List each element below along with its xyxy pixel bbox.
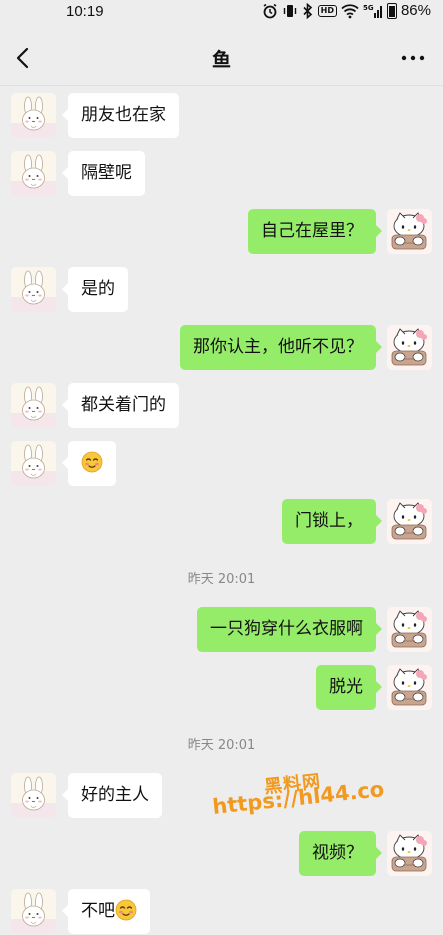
message-text: 视频？ [312, 843, 363, 863]
message-text: 一只狗穿什么衣服啊 [210, 619, 363, 639]
outgoing-message: 视频？ [0, 831, 443, 876]
battery-percent: 86% [400, 2, 431, 19]
contact-avatar[interactable] [11, 441, 56, 486]
message-text: 自己在屋里？ [261, 221, 363, 241]
message-text: 是的 [81, 279, 115, 299]
blush-emoji-icon [81, 451, 103, 472]
watermark: 黑料网 https://hl44.co [211, 770, 412, 830]
message-text: 朋友也在家 [81, 105, 166, 125]
message-bubble[interactable]: 自己在屋里？ [248, 209, 382, 254]
chat-header: 鱼 [0, 30, 443, 86]
outgoing-message: 脱光 [0, 665, 443, 710]
more-dots-icon [401, 55, 425, 61]
alarm-icon [263, 3, 277, 18]
outgoing-message: 一只狗穿什么衣服啊 [0, 607, 443, 652]
message-text: 门锁上， [295, 511, 363, 531]
contact-avatar[interactable] [11, 151, 56, 196]
timestamp-label: 昨天 20:01 [187, 572, 256, 587]
outgoing-message: 那你认主，他听不见？ [0, 325, 443, 370]
signal-5g-icon: 5G [363, 4, 382, 18]
incoming-message: 是的 [0, 267, 443, 312]
message-text: 隔壁呢 [81, 163, 132, 183]
incoming-message: 不吧 [0, 889, 443, 934]
message-bubble[interactable]: 隔壁呢 [62, 151, 145, 196]
contact-avatar[interactable] [11, 383, 56, 428]
battery-icon [386, 2, 397, 19]
timestamp-label: 昨天 20:01 [187, 738, 256, 753]
svg-text:5G: 5G [363, 4, 374, 12]
incoming-message [0, 441, 443, 486]
status-icons: HD 5G 86% [262, 2, 431, 19]
blush-emoji-icon [115, 899, 137, 920]
my-avatar[interactable] [387, 209, 432, 254]
my-avatar[interactable] [387, 665, 432, 710]
contact-avatar[interactable] [11, 889, 56, 934]
incoming-message: 都关着门的 [0, 383, 443, 428]
my-avatar[interactable] [387, 499, 432, 544]
my-avatar[interactable] [387, 831, 432, 876]
message-text: 脱光 [329, 677, 363, 697]
message-text: 那你认主，他听不见？ [193, 337, 363, 357]
chat-title: 鱼 [211, 49, 231, 71]
vibrate-icon [283, 4, 296, 17]
my-avatar[interactable] [387, 607, 432, 652]
message-bubble[interactable]: 门锁上， [282, 499, 382, 544]
message-text: 不吧 [81, 901, 115, 921]
message-text: 好的主人 [81, 785, 149, 805]
outgoing-message: 自己在屋里？ [0, 209, 443, 254]
message-text: 都关着门的 [81, 395, 166, 415]
contact-avatar[interactable] [11, 267, 56, 312]
status-time: 10:19 [66, 3, 104, 20]
my-avatar[interactable] [387, 325, 432, 370]
incoming-message: 朋友也在家 [0, 93, 443, 138]
hd-icon: HD [317, 4, 337, 17]
message-bubble[interactable]: 朋友也在家 [62, 93, 179, 138]
wifi-icon [341, 3, 359, 18]
message-bubble[interactable]: 脱光 [316, 665, 382, 710]
contact-avatar[interactable] [11, 773, 56, 818]
message-bubble[interactable]: 好的主人 [62, 773, 162, 818]
incoming-message: 隔壁呢 [0, 151, 443, 196]
message-bubble[interactable] [62, 441, 116, 486]
status-bar: 10:19 HD 5G 86% [0, 0, 443, 26]
message-bubble[interactable]: 视频？ [299, 831, 382, 876]
message-bubble[interactable]: 都关着门的 [62, 383, 179, 428]
message-bubble[interactable]: 不吧 [62, 889, 150, 934]
bluetooth-icon [303, 2, 312, 19]
contact-avatar[interactable] [11, 93, 56, 138]
message-bubble[interactable]: 一只狗穿什么衣服啊 [197, 607, 382, 652]
outgoing-message: 门锁上， [0, 499, 443, 544]
message-bubble[interactable]: 是的 [62, 267, 128, 312]
more-button[interactable] [401, 46, 425, 70]
message-bubble[interactable]: 那你认主，他听不见？ [180, 325, 382, 370]
